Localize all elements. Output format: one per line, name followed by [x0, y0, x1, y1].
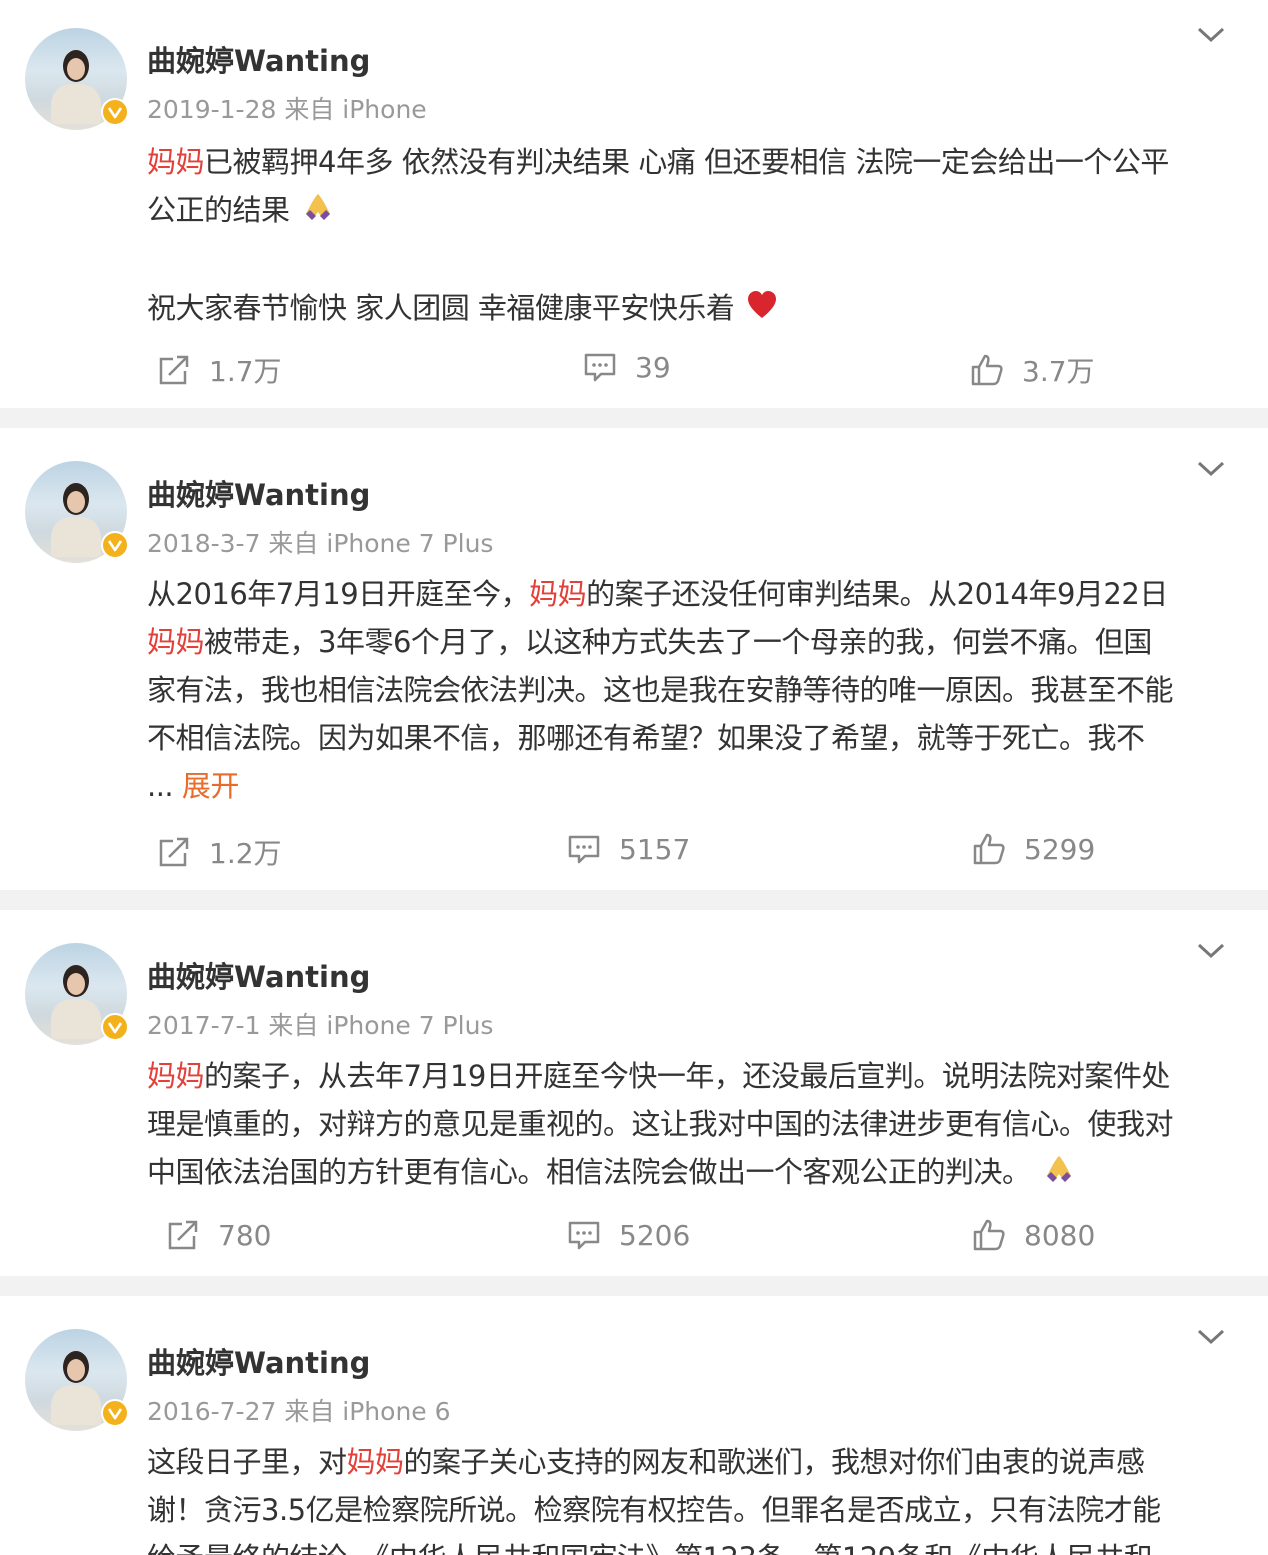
author-name[interactable]: 曲婉婷Wanting [147, 1340, 370, 1382]
highlight-keyword[interactable]: 妈妈 [147, 1059, 205, 1093]
heart-emoji-icon [746, 286, 778, 334]
highlight-keyword[interactable]: 妈妈 [347, 1445, 405, 1479]
repost-button[interactable]: 780 [166, 1218, 271, 1252]
verified-badge-icon [101, 1013, 129, 1041]
avatar[interactable] [25, 943, 129, 1045]
repost-icon [159, 837, 189, 867]
avatar[interactable] [25, 461, 129, 563]
repost-button[interactable]: 1.7万 [157, 350, 282, 390]
like-icon [971, 354, 1003, 386]
author-name[interactable]: 曲婉婷Wanting [147, 38, 370, 80]
like-count: 8080 [1024, 1218, 1096, 1252]
post-meta: 2016-7-27 来自 iPhone 6 [147, 1397, 451, 1426]
like-icon [973, 1219, 1005, 1251]
comment-button[interactable]: 39 [583, 350, 671, 384]
comment-icon [568, 1221, 600, 1250]
chevron-down-icon[interactable] [1196, 1328, 1226, 1350]
post-meta: 2019-1-28 来自 iPhone [147, 95, 427, 124]
expand-link[interactable]: 展开 [182, 769, 240, 803]
comment-button[interactable]: 5206 [567, 1218, 690, 1252]
post-card: 曲婉婷Wanting 2018-3-7 来自 iPhone 7 Plus 从20… [0, 428, 1268, 890]
like-button[interactable]: 3.7万 [970, 350, 1095, 390]
post-meta: 2018-3-7 来自 iPhone 7 Plus [147, 529, 494, 558]
post-card: 曲婉婷Wanting 2016-7-27 来自 iPhone 6 这段日子里，对… [0, 1296, 1268, 1555]
post-card: 曲婉婷Wanting 2017-7-1 来自 iPhone 7 Plus 妈妈的… [0, 910, 1268, 1276]
like-count: 5299 [1024, 832, 1096, 866]
like-count: 3.7万 [1022, 355, 1095, 388]
avatar[interactable] [25, 28, 129, 130]
post-text: 妈妈的案子，从去年7月19日开庭至今快一年，还没最后宣判。说明法院对案件处 理是… [147, 1052, 1232, 1198]
repost-count: 780 [218, 1218, 272, 1252]
verified-badge-icon [101, 531, 129, 559]
comment-icon [584, 353, 616, 382]
like-icon [973, 833, 1005, 865]
pray-emoji-icon [1043, 1150, 1075, 1198]
highlight-keyword[interactable]: 妈妈 [529, 577, 587, 611]
avatar[interactable] [25, 1329, 129, 1431]
repost-count: 1.7万 [209, 355, 282, 388]
post-meta: 2017-7-1 来自 iPhone 7 Plus [147, 1011, 494, 1040]
highlight-keyword[interactable]: 妈妈 [147, 625, 205, 659]
author-name[interactable]: 曲婉婷Wanting [147, 472, 370, 514]
verified-badge-icon [101, 1399, 129, 1427]
comment-count: 5206 [619, 1218, 691, 1252]
like-button[interactable]: 8080 [972, 1218, 1095, 1252]
post-text: 妈妈已被羁押4年多 依然没有判决结果 心痛 但还要相信 法院一定会给出一个公平 … [147, 138, 1232, 334]
post-text: 从2016年7月19日开庭至今，妈妈的案子还没任何审判结果。从2014年9月22… [147, 577, 1174, 803]
like-button[interactable]: 5299 [972, 832, 1095, 866]
repost-icon [168, 1220, 198, 1250]
comment-button[interactable]: 5157 [567, 832, 690, 866]
highlight-keyword[interactable]: 妈妈 [147, 145, 205, 179]
comment-count: 5157 [619, 832, 691, 866]
comment-icon [568, 835, 600, 864]
repost-count: 1.2万 [209, 837, 282, 870]
repost-button[interactable]: 1.2万 [157, 832, 282, 872]
post-text: 这段日子里，对妈妈的案子关心支持的网友和歌迷们，我想对你们由衷的说声感 谢！贪污… [147, 1445, 1161, 1555]
verified-badge-icon [101, 98, 129, 126]
comment-count: 39 [635, 350, 671, 384]
pray-emoji-icon [302, 188, 334, 236]
repost-icon [159, 355, 189, 385]
chevron-down-icon[interactable] [1196, 26, 1226, 48]
post-card: 曲婉婷Wanting 2019-1-28 来自 iPhone 妈妈已被羁押4年多… [0, 0, 1268, 408]
chevron-down-icon[interactable] [1196, 942, 1226, 964]
chevron-down-icon[interactable] [1196, 460, 1226, 482]
author-name[interactable]: 曲婉婷Wanting [147, 954, 370, 996]
